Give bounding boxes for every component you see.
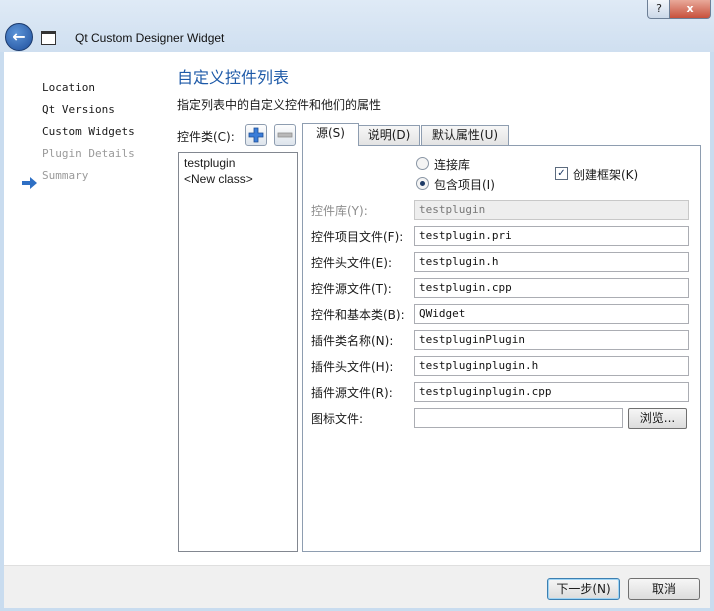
create-skeleton-checkbox[interactable]: ✓ <box>555 167 568 180</box>
widget-header-file-field[interactable]: testplugin.h <box>414 252 689 272</box>
link-library-label: 连接库 <box>434 158 471 172</box>
step-summary: Summary <box>42 169 89 182</box>
tab-description[interactable]: 说明(D) <box>358 125 420 145</box>
include-project-label: 包含项目(I) <box>434 178 495 192</box>
icon-file-label: 图标文件: <box>311 412 364 426</box>
widget-project-file-field[interactable]: testplugin.pri <box>414 226 689 246</box>
plugin-class-name-field[interactable]: testpluginPlugin <box>414 330 689 350</box>
include-project-radio[interactable] <box>416 177 429 190</box>
title-bar: ? x ← Qt Custom Designer Widget <box>0 0 714 52</box>
step-plugin-details: Plugin Details <box>42 147 135 160</box>
plugin-header-file-field[interactable]: testpluginplugin.h <box>414 356 689 376</box>
plugin-source-file-field[interactable]: testpluginplugin.cpp <box>414 382 689 402</box>
create-skeleton-label: 创建框架(K) <box>573 168 639 182</box>
browse-button[interactable]: 浏览... <box>628 408 687 429</box>
widget-class-list[interactable]: testplugin <New class> <box>178 152 298 552</box>
widget-classes-label: 控件类(C): <box>177 130 235 144</box>
list-item[interactable]: testplugin <box>179 156 297 171</box>
back-arrow-icon: ← <box>12 27 26 46</box>
plugin-source-file-label: 插件源文件(R): <box>311 386 393 400</box>
list-item[interactable]: <New class> <box>179 172 297 187</box>
step-custom-widgets: Custom Widgets <box>42 125 135 138</box>
help-button[interactable]: ? <box>647 0 671 19</box>
plugin-class-name-label: 插件类名称(N): <box>311 334 394 348</box>
page-title: 自定义控件列表 <box>177 68 290 87</box>
source-tab-pane: 连接库 包含项目(I) ✓ 创建框架(K) 控件库(Y): testplugin… <box>302 145 701 552</box>
widget-base-class-label: 控件和基本类(B): <box>311 308 405 322</box>
step-location: Location <box>42 81 95 94</box>
link-library-radio[interactable] <box>416 157 429 170</box>
plus-icon <box>248 127 264 143</box>
widget-source-file-field[interactable]: testplugin.cpp <box>414 278 689 298</box>
widget-library-field: testplugin <box>414 200 689 220</box>
window-app-icon <box>41 31 56 45</box>
close-button[interactable]: x <box>669 0 711 19</box>
tab-default-properties[interactable]: 默认属性(U) <box>421 125 509 145</box>
wizard-footer: 下一步(N) 取消 <box>4 565 710 608</box>
widget-project-file-label: 控件项目文件(F): <box>311 230 404 244</box>
widget-library-label: 控件库(Y): <box>311 204 368 218</box>
tab-source[interactable]: 源(S) <box>302 123 359 146</box>
remove-class-button[interactable] <box>274 124 296 146</box>
step-qt-versions: Qt Versions <box>42 103 115 116</box>
current-step-arrow-icon <box>22 177 37 189</box>
wizard-panel: Location Qt Versions Custom Widgets Plug… <box>4 52 710 565</box>
cancel-button[interactable]: 取消 <box>628 578 700 600</box>
page-subtitle: 指定列表中的自定义控件和他们的属性 <box>177 98 382 112</box>
next-button[interactable]: 下一步(N) <box>547 578 620 600</box>
widget-header-file-label: 控件头文件(E): <box>311 256 392 270</box>
back-button[interactable]: ← <box>5 23 33 51</box>
add-class-button[interactable] <box>245 124 267 146</box>
icon-file-field[interactable] <box>414 408 623 428</box>
checkmark-icon: ✓ <box>557 168 566 179</box>
window-title: Qt Custom Designer Widget <box>75 31 225 45</box>
widget-source-file-label: 控件源文件(T): <box>311 282 392 296</box>
widget-base-class-field[interactable]: QWidget <box>414 304 689 324</box>
minus-icon <box>277 132 293 138</box>
plugin-header-file-label: 插件头文件(H): <box>311 360 394 374</box>
